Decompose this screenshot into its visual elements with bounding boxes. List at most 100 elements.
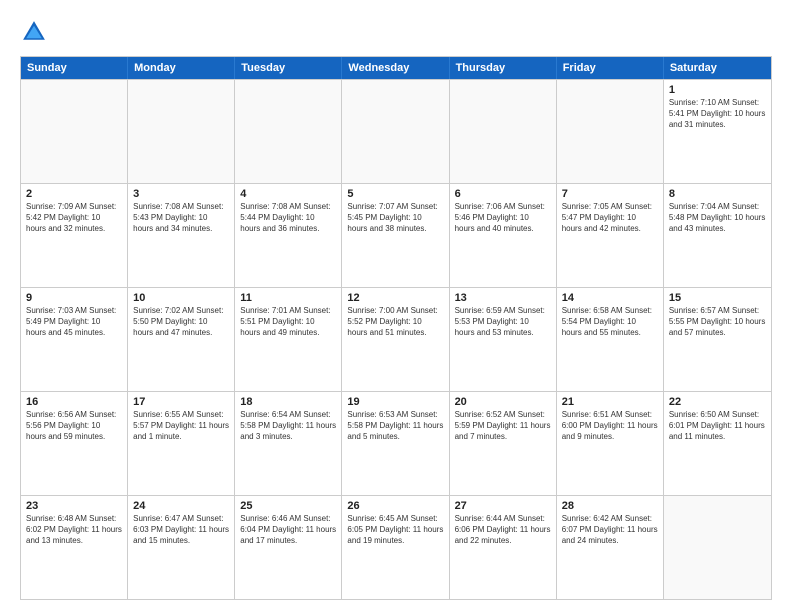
day-number: 24 [133,500,229,512]
cal-cell: 4 Sunrise: 7:08 AM Sunset: 5:44 PM Daylig… [235,184,342,287]
day-number: 3 [133,188,229,200]
cal-header-day: Thursday [450,57,557,79]
cell-info: Sunrise: 6:42 AM Sunset: 6:07 PM Dayligh… [562,514,658,546]
cal-cell: 1 Sunrise: 7:10 AM Sunset: 5:41 PM Daylig… [664,80,771,183]
logo-icon [20,18,48,46]
cal-cell: 22 Sunrise: 6:50 AM Sunset: 6:01 PM Dayli… [664,392,771,495]
day-number: 23 [26,500,122,512]
cal-cell: 26 Sunrise: 6:45 AM Sunset: 6:05 PM Dayli… [342,496,449,599]
calendar-body: 1 Sunrise: 7:10 AM Sunset: 5:41 PM Daylig… [21,79,771,599]
cal-cell: 8 Sunrise: 7:04 AM Sunset: 5:48 PM Daylig… [664,184,771,287]
day-number: 18 [240,396,336,408]
cell-info: Sunrise: 7:08 AM Sunset: 5:44 PM Dayligh… [240,202,336,234]
cal-cell [128,80,235,183]
day-number: 27 [455,500,551,512]
day-number: 28 [562,500,658,512]
day-number: 11 [240,292,336,304]
cell-info: Sunrise: 6:50 AM Sunset: 6:01 PM Dayligh… [669,410,766,442]
cal-cell: 2 Sunrise: 7:09 AM Sunset: 5:42 PM Daylig… [21,184,128,287]
cal-row: 2 Sunrise: 7:09 AM Sunset: 5:42 PM Daylig… [21,183,771,287]
cal-cell [664,496,771,599]
cal-cell: 25 Sunrise: 6:46 AM Sunset: 6:04 PM Dayli… [235,496,342,599]
day-number: 13 [455,292,551,304]
cal-cell: 28 Sunrise: 6:42 AM Sunset: 6:07 PM Dayli… [557,496,664,599]
cal-header-day: Tuesday [235,57,342,79]
cal-cell: 18 Sunrise: 6:54 AM Sunset: 5:58 PM Dayli… [235,392,342,495]
cal-cell: 9 Sunrise: 7:03 AM Sunset: 5:49 PM Daylig… [21,288,128,391]
cal-cell: 12 Sunrise: 7:00 AM Sunset: 5:52 PM Dayli… [342,288,449,391]
cal-header-day: Friday [557,57,664,79]
day-number: 2 [26,188,122,200]
day-number: 25 [240,500,336,512]
day-number: 12 [347,292,443,304]
cell-info: Sunrise: 7:07 AM Sunset: 5:45 PM Dayligh… [347,202,443,234]
cal-row: 23Sunrise: 6:48 AM Sunset: 6:02 PM Dayli… [21,495,771,599]
cell-info: Sunrise: 7:03 AM Sunset: 5:49 PM Dayligh… [26,306,122,338]
page: SundayMondayTuesdayWednesdayThursdayFrid… [0,0,792,612]
cal-cell: 6 Sunrise: 7:06 AM Sunset: 5:46 PM Daylig… [450,184,557,287]
cell-info: Sunrise: 7:04 AM Sunset: 5:48 PM Dayligh… [669,202,766,234]
cal-cell: 24 Sunrise: 6:47 AM Sunset: 6:03 PM Dayli… [128,496,235,599]
cal-cell [235,80,342,183]
cal-cell: 27Sunrise: 6:44 AM Sunset: 6:06 PM Dayli… [450,496,557,599]
day-number: 17 [133,396,229,408]
cal-cell: 13 Sunrise: 6:59 AM Sunset: 5:53 PM Dayli… [450,288,557,391]
cell-info: Sunrise: 6:59 AM Sunset: 5:53 PM Dayligh… [455,306,551,338]
cal-cell: 5 Sunrise: 7:07 AM Sunset: 5:45 PM Daylig… [342,184,449,287]
cell-info: Sunrise: 7:06 AM Sunset: 5:46 PM Dayligh… [455,202,551,234]
cal-cell: 17 Sunrise: 6:55 AM Sunset: 5:57 PM Dayli… [128,392,235,495]
cal-cell: 16Sunrise: 6:56 AM Sunset: 5:56 PM Dayli… [21,392,128,495]
cal-cell [450,80,557,183]
cal-cell: 3 Sunrise: 7:08 AM Sunset: 5:43 PM Daylig… [128,184,235,287]
day-number: 6 [455,188,551,200]
cell-info: Sunrise: 7:08 AM Sunset: 5:43 PM Dayligh… [133,202,229,234]
cal-cell: 7Sunrise: 7:05 AM Sunset: 5:47 PM Daylig… [557,184,664,287]
cell-info: Sunrise: 6:46 AM Sunset: 6:04 PM Dayligh… [240,514,336,546]
cal-cell: 20Sunrise: 6:52 AM Sunset: 5:59 PM Dayli… [450,392,557,495]
cell-info: Sunrise: 6:51 AM Sunset: 6:00 PM Dayligh… [562,410,658,442]
cell-info: Sunrise: 7:02 AM Sunset: 5:50 PM Dayligh… [133,306,229,338]
cell-info: Sunrise: 6:55 AM Sunset: 5:57 PM Dayligh… [133,410,229,442]
day-number: 26 [347,500,443,512]
day-number: 21 [562,396,658,408]
cal-cell [557,80,664,183]
cal-header-day: Saturday [664,57,771,79]
cell-info: Sunrise: 7:05 AM Sunset: 5:47 PM Dayligh… [562,202,658,234]
cal-header-day: Monday [128,57,235,79]
cell-info: Sunrise: 7:09 AM Sunset: 5:42 PM Dayligh… [26,202,122,234]
cell-info: Sunrise: 6:52 AM Sunset: 5:59 PM Dayligh… [455,410,551,442]
cal-cell: 15 Sunrise: 6:57 AM Sunset: 5:55 PM Dayli… [664,288,771,391]
cal-cell: 21 Sunrise: 6:51 AM Sunset: 6:00 PM Dayli… [557,392,664,495]
cell-info: Sunrise: 6:56 AM Sunset: 5:56 PM Dayligh… [26,410,122,442]
day-number: 19 [347,396,443,408]
cell-info: Sunrise: 6:54 AM Sunset: 5:58 PM Dayligh… [240,410,336,442]
cal-cell [21,80,128,183]
cal-row: 9 Sunrise: 7:03 AM Sunset: 5:49 PM Daylig… [21,287,771,391]
calendar: SundayMondayTuesdayWednesdayThursdayFrid… [20,56,772,600]
cell-info: Sunrise: 7:10 AM Sunset: 5:41 PM Dayligh… [669,98,766,130]
day-number: 1 [669,84,766,96]
cal-header-day: Wednesday [342,57,449,79]
cal-cell: 23Sunrise: 6:48 AM Sunset: 6:02 PM Dayli… [21,496,128,599]
cal-row: 16Sunrise: 6:56 AM Sunset: 5:56 PM Dayli… [21,391,771,495]
day-number: 15 [669,292,766,304]
cell-info: Sunrise: 6:57 AM Sunset: 5:55 PM Dayligh… [669,306,766,338]
cal-cell: 19 Sunrise: 6:53 AM Sunset: 5:58 PM Dayli… [342,392,449,495]
cal-cell [342,80,449,183]
day-number: 9 [26,292,122,304]
cell-info: Sunrise: 7:01 AM Sunset: 5:51 PM Dayligh… [240,306,336,338]
cell-info: Sunrise: 7:00 AM Sunset: 5:52 PM Dayligh… [347,306,443,338]
cell-info: Sunrise: 6:47 AM Sunset: 6:03 PM Dayligh… [133,514,229,546]
day-number: 8 [669,188,766,200]
calendar-header: SundayMondayTuesdayWednesdayThursdayFrid… [21,57,771,79]
day-number: 10 [133,292,229,304]
cell-info: Sunrise: 6:45 AM Sunset: 6:05 PM Dayligh… [347,514,443,546]
cal-header-day: Sunday [21,57,128,79]
day-number: 4 [240,188,336,200]
cell-info: Sunrise: 6:53 AM Sunset: 5:58 PM Dayligh… [347,410,443,442]
logo [20,18,52,46]
cal-cell: 14Sunrise: 6:58 AM Sunset: 5:54 PM Dayli… [557,288,664,391]
day-number: 14 [562,292,658,304]
day-number: 22 [669,396,766,408]
day-number: 5 [347,188,443,200]
